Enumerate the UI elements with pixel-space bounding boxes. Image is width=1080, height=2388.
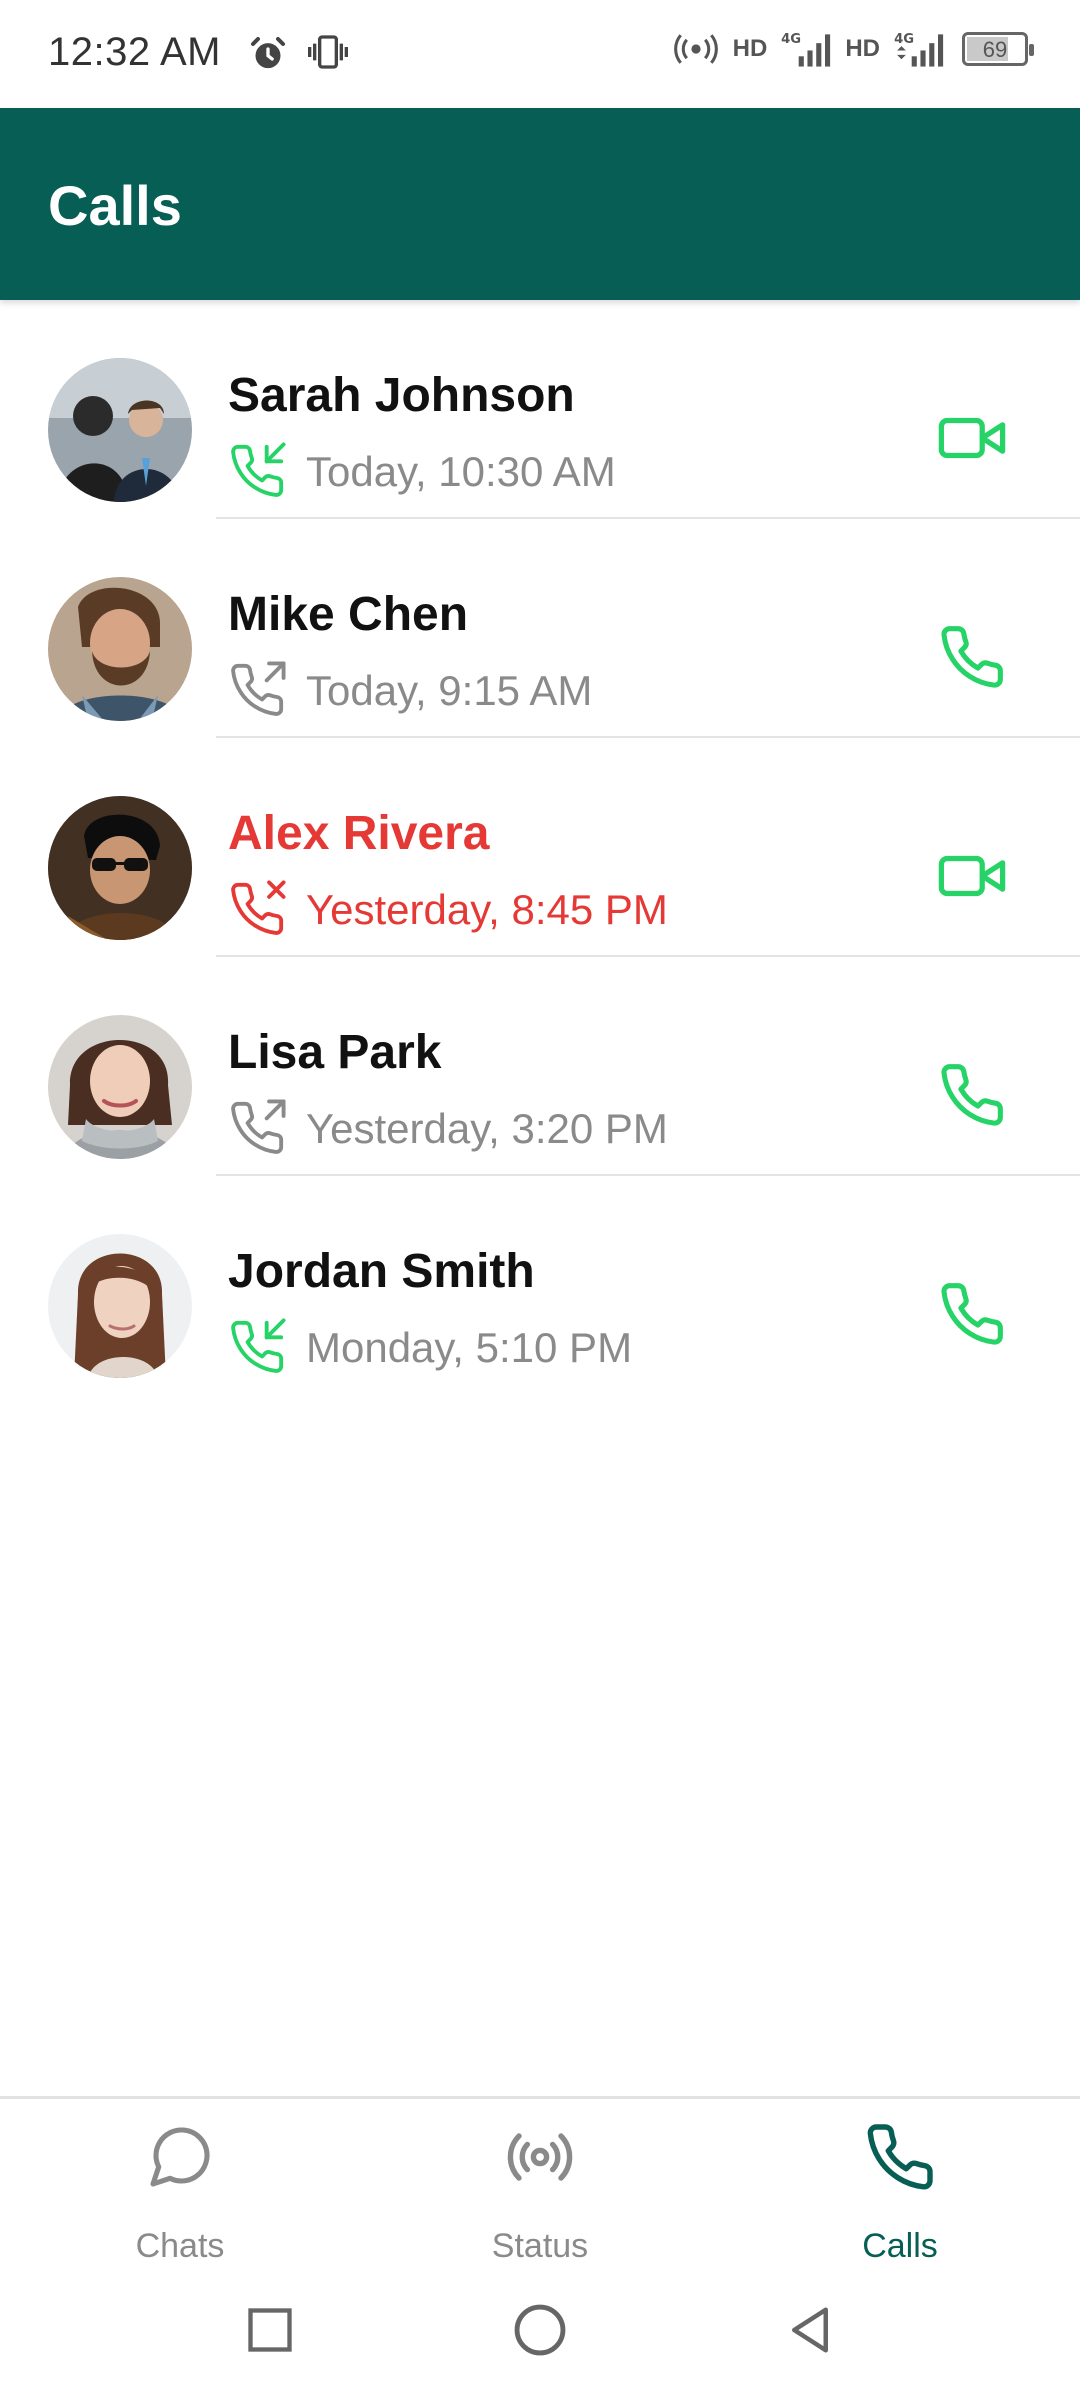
chat-bubble-icon [144,2121,216,2193]
phone-icon [941,1283,1003,1345]
voice-call-button[interactable] [924,1266,1020,1362]
nav-chats[interactable]: Chats [60,2121,300,2271]
contact-name: Sarah Johnson [228,369,575,422]
call-time: Yesterday, 3:20 PM [306,1105,668,1152]
triangle-back-icon [792,2307,828,2353]
missed-call-icon [228,880,286,938]
call-row[interactable]: Lisa Park Yesterday, 3:20 PM [0,957,1080,1176]
hd-label: HD [732,35,768,62]
voice-call-button[interactable] [924,609,1020,705]
signal-4g-icon: 4G [781,30,831,68]
contact-name: Mike Chen [228,588,469,641]
video-call-button[interactable] [924,828,1020,924]
call-time: Today, 9:15 AM [306,667,593,714]
hd-label: HD [845,35,880,62]
nav-status-label: Status [491,2227,589,2265]
nav-calls-label: Calls [862,2227,938,2265]
call-row[interactable]: Mike Chen Today, 9:15 AM [0,519,1080,738]
svg-text:4G: 4G [781,32,801,47]
circle-icon [514,2304,566,2356]
contact-name: Alex Rivera [228,807,490,860]
hotspot-icon [673,32,719,66]
outgoing-call-icon [228,661,286,719]
page-title: Calls [48,174,182,237]
broadcast-icon [504,2121,576,2193]
phone-icon [864,2121,936,2193]
phone-icon [941,1064,1003,1126]
status-bar: 12:32 AM HD 4G HD 4G 69 [0,0,1080,108]
home-button[interactable] [492,2290,588,2370]
alarm-icon [248,34,288,74]
video-call-button[interactable] [924,390,1020,486]
square-icon [248,2308,292,2352]
nav-status[interactable]: Status [420,2121,660,2271]
call-row[interactable]: Jordan Smith Monday, 5:10 PM [0,1176,1080,1395]
avatar[interactable] [48,577,192,721]
call-time: Monday, 5:10 PM [306,1324,633,1371]
avatar[interactable] [48,1234,192,1378]
nav-calls[interactable]: Calls [780,2121,1020,2271]
recents-button[interactable] [222,2290,318,2370]
app-header: Calls [0,108,1080,300]
incoming-call-icon [228,442,286,500]
back-button[interactable] [762,2290,858,2370]
svg-text:4G: 4G [894,32,914,47]
avatar[interactable] [48,1015,192,1159]
call-row[interactable]: Sarah Johnson Today, 10:30 AM [0,300,1080,519]
incoming-call-icon [228,1318,286,1376]
call-row[interactable]: Alex Rivera Yesterday, 8:45 PM [0,738,1080,957]
outgoing-call-icon [228,1099,286,1157]
video-icon [938,855,1006,897]
video-icon [938,417,1006,459]
avatar[interactable] [48,796,192,940]
battery-icon: 69 [962,32,1034,66]
call-time: Yesterday, 8:45 PM [306,886,668,933]
contact-name: Jordan Smith [228,1245,535,1298]
system-nav [0,2276,1080,2388]
phone-icon [941,626,1003,688]
voice-call-button[interactable] [924,1047,1020,1143]
contact-name: Lisa Park [228,1026,442,1079]
bottom-nav: Chats Status Calls [0,2096,1080,2279]
avatar[interactable] [48,358,192,502]
call-time: Today, 10:30 AM [306,448,616,495]
status-time: 12:32 AM [48,30,222,74]
battery-level: 69 [982,37,1008,62]
signal-4g-icon: 4G [894,30,944,68]
nav-chats-label: Chats [135,2227,225,2265]
vibrate-icon [306,32,350,72]
call-list: Sarah Johnson Today, 10:30 AM Mike Chen … [0,300,1080,1395]
